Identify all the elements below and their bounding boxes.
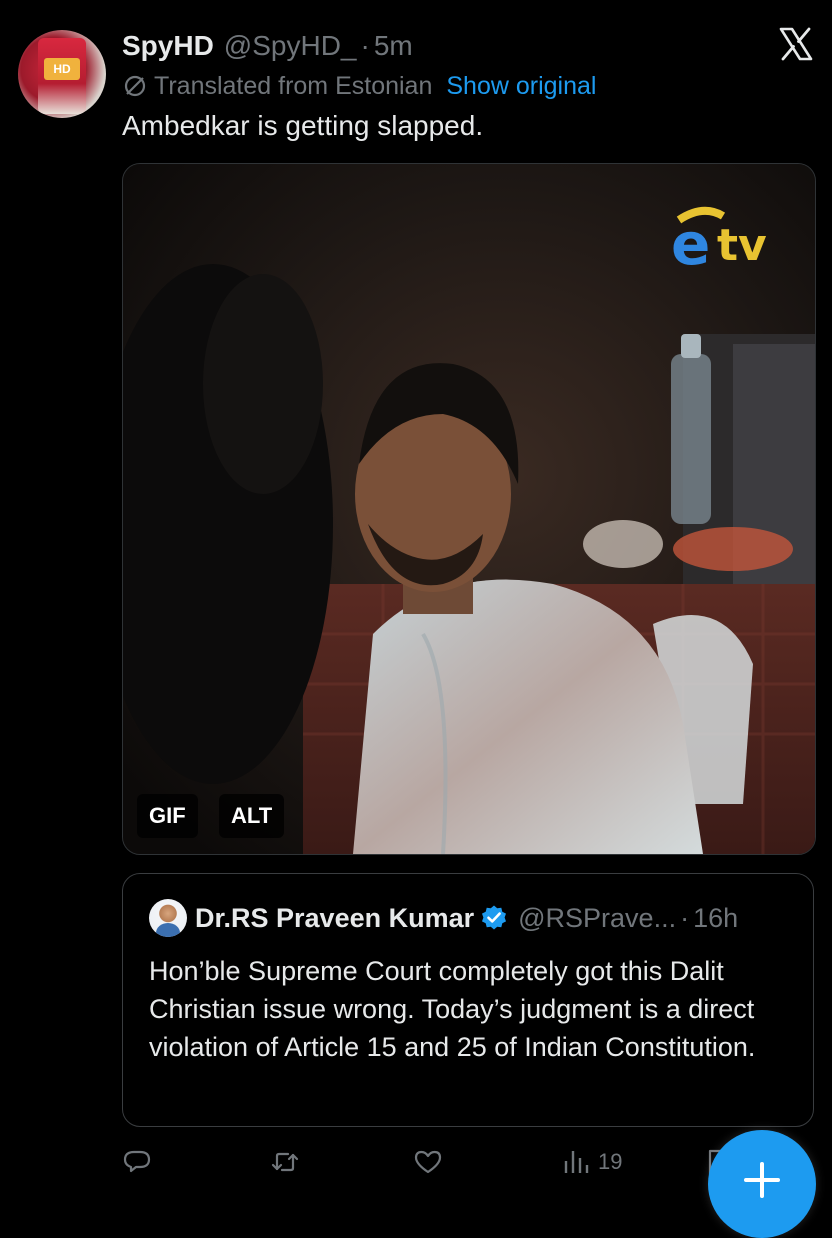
tweet-media-gif[interactable]: e tv GIF ALT (122, 163, 816, 855)
tweet-time[interactable]: 5m (374, 30, 413, 62)
plus-icon (744, 1162, 780, 1198)
svg-text:e: e (671, 210, 710, 278)
tweet-text: Ambedkar is getting slapped. (122, 110, 484, 141)
reply-icon (123, 1150, 151, 1173)
like-icon (414, 1150, 442, 1174)
author-handle[interactable]: @SpyHD_ (224, 30, 357, 62)
quoted-tweet-text: Hon’ble Supreme Court completely got thi… (149, 956, 756, 1062)
repost-icon (271, 1152, 299, 1172)
translate-globe-icon (124, 75, 146, 97)
show-original-link[interactable]: Show original (446, 72, 596, 101)
views-count: 19 (598, 1149, 623, 1174)
author-name[interactable]: SpyHD (122, 30, 214, 62)
etv-logo: e tv (671, 206, 767, 278)
tweet: HD SpyHD @SpyHD_ · 5m Translated from Es… (0, 0, 832, 1238)
gif-badge: GIF (137, 794, 198, 838)
gif-frame-image: e tv (123, 164, 815, 854)
quoted-tweet[interactable]: Dr.RS Praveen Kumar @RSPrave... · 16h Ho… (122, 873, 814, 1127)
verified-badge-icon (482, 905, 507, 930)
repost-button[interactable] (270, 1140, 300, 1184)
tweet-header: SpyHD @SpyHD_ · 5m (122, 26, 413, 66)
x-logo-icon[interactable] (778, 26, 814, 62)
views-icon (564, 1151, 589, 1173)
quoted-time[interactable]: 16h (693, 903, 738, 934)
quoted-author-name[interactable]: Dr.RS Praveen Kumar (195, 903, 474, 934)
svg-text:tv: tv (717, 220, 767, 271)
quoted-avatar[interactable] (149, 899, 187, 937)
quoted-tweet-header: Dr.RS Praveen Kumar @RSPrave... · 16h (149, 898, 738, 938)
compose-fab-button[interactable] (708, 1130, 816, 1238)
like-button[interactable] (413, 1140, 443, 1184)
separator-dot: · (360, 30, 370, 61)
avatar[interactable]: HD (18, 30, 106, 118)
action-bar: 19 (0, 1140, 832, 1184)
translation-note: Translated from Estonian (154, 71, 433, 100)
views-button[interactable]: 19 (562, 1140, 622, 1184)
reply-button[interactable] (122, 1140, 152, 1184)
avatar-label: HD (44, 58, 80, 80)
quoted-author-handle[interactable]: @RSPrave... (518, 903, 676, 934)
translation-row: Translated from Estonian Show original (122, 68, 596, 104)
quoted-separator-dot: · (680, 902, 690, 933)
alt-badge[interactable]: ALT (219, 794, 285, 838)
